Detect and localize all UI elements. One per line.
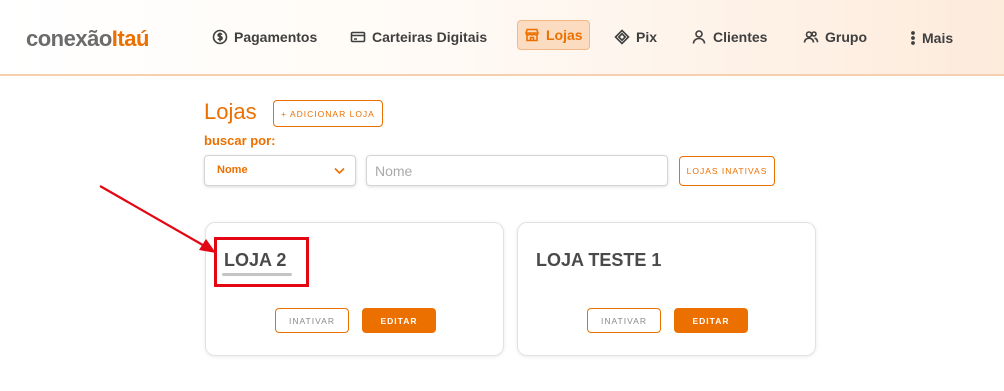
select-value: Nome [217, 164, 248, 176]
dollar-circle-icon [212, 29, 228, 45]
top-navigation-bar: conexãoItaú Pagamentos Carteiras Digitai… [0, 0, 1004, 76]
nav-label: Clientes [713, 29, 768, 45]
conexao-itau-logo[interactable]: conexãoItaú [26, 26, 149, 52]
chevron-down-icon [334, 167, 345, 175]
nav-item-mais[interactable]: Mais [910, 25, 953, 51]
deactivate-button[interactable]: INATIVAR [275, 308, 349, 333]
nav-item-pagamentos[interactable]: Pagamentos [212, 24, 317, 50]
page-title: Lojas [204, 99, 257, 124]
store-name-underline [222, 273, 292, 276]
user-icon [692, 30, 706, 44]
users-icon [803, 31, 819, 43]
nav-label: Lojas [546, 27, 583, 43]
store-card: LOJA TESTE 1 INATIVAR EDITAR [517, 222, 816, 356]
logo-text-part2: Itaú [111, 26, 150, 51]
nav-label: Carteiras Digitais [372, 29, 488, 45]
deactivate-button[interactable]: INATIVAR [587, 308, 661, 333]
store-card: LOJA 2 INATIVAR EDITAR [205, 222, 504, 356]
nav-item-lojas[interactable]: Lojas [517, 20, 590, 50]
search-label: buscar por: [204, 133, 276, 148]
store-icon [525, 28, 539, 42]
nav-item-carteiras-digitais[interactable]: Carteiras Digitais [350, 24, 487, 50]
nav-item-clientes[interactable]: Clientes [691, 24, 767, 50]
search-field-select[interactable]: Nome [204, 155, 356, 186]
more-vertical-icon [911, 31, 915, 45]
edit-button[interactable]: EDITAR [362, 308, 436, 333]
store-name[interactable]: LOJA 2 [224, 250, 286, 271]
nav-label: Mais [922, 30, 954, 46]
search-input[interactable] [366, 155, 668, 186]
logo-text-part1: conexão [26, 26, 112, 51]
nav-label: Pagamentos [234, 29, 318, 45]
inactive-stores-button[interactable]: LOJAS INATIVAS [679, 156, 775, 186]
wallet-card-icon [350, 31, 366, 43]
edit-button[interactable]: EDITAR [674, 308, 748, 333]
nav-item-grupo[interactable]: Grupo [803, 24, 867, 50]
store-name[interactable]: LOJA TESTE 1 [536, 250, 661, 271]
nav-item-pix[interactable]: Pix [614, 24, 657, 50]
add-store-button[interactable]: + ADICIONAR LOJA [273, 100, 383, 127]
nav-label: Grupo [825, 29, 867, 45]
pix-icon [614, 29, 630, 45]
nav-label: Pix [636, 29, 658, 45]
